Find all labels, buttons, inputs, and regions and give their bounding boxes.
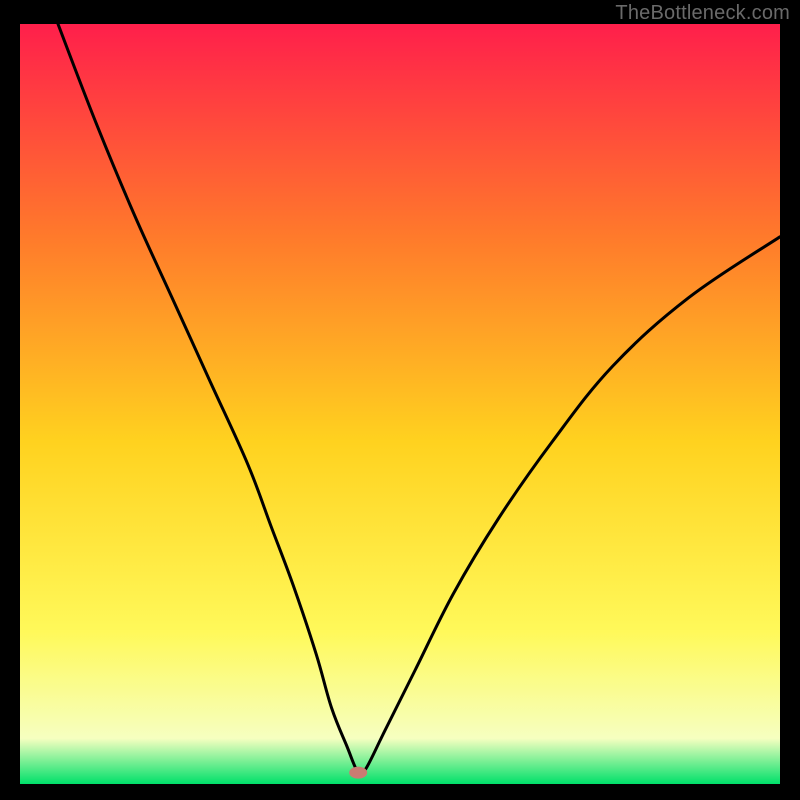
gradient-background xyxy=(20,24,780,784)
watermark-text: TheBottleneck.com xyxy=(615,2,790,25)
optimal-point-marker xyxy=(349,767,367,779)
bottleneck-plot xyxy=(20,24,780,784)
chart-frame: TheBottleneck.com xyxy=(0,0,800,800)
